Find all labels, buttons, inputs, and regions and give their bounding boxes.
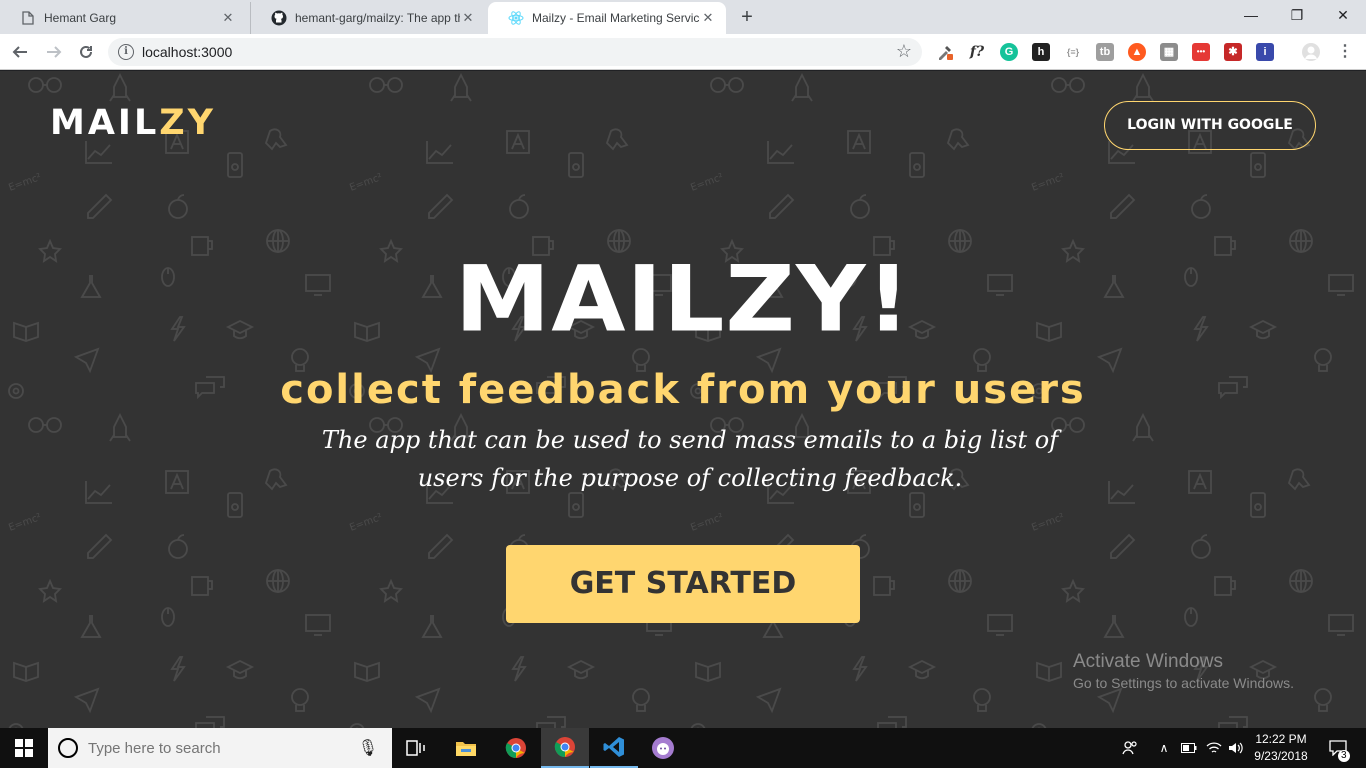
system-clock[interactable]: 12:22 PM 9/23/2018	[1246, 731, 1316, 765]
taskbar-search-input[interactable]	[88, 739, 358, 757]
window-close-button[interactable]: ✕	[1320, 0, 1366, 30]
show-hidden-icons-chevron-icon[interactable]: ∧	[1154, 728, 1174, 768]
chrome-active-taskbar-button[interactable]	[541, 728, 589, 768]
reload-icon	[80, 45, 92, 58]
mailzy-landing-page: E=mc²	[0, 71, 1366, 728]
new-tab-button[interactable]: +	[736, 6, 758, 28]
back-button[interactable]	[8, 40, 32, 64]
url-input[interactable]	[142, 44, 882, 60]
cortana-icon	[58, 738, 78, 758]
action-center-button[interactable]: 3	[1318, 728, 1358, 768]
chrome-icon	[505, 738, 526, 759]
extension-info-icon[interactable]: i	[1256, 43, 1274, 61]
wifi-icon[interactable]	[1204, 728, 1224, 768]
clock-date: 9/23/2018	[1254, 749, 1308, 763]
chrome-menu-icon[interactable]: ⋮	[1336, 43, 1354, 61]
extension-grid-icon[interactable]: ▦	[1160, 43, 1178, 61]
task-view-button[interactable]	[392, 728, 440, 768]
arrow-left-icon	[12, 46, 27, 58]
tab-close-icon[interactable]: ✕	[460, 10, 476, 26]
tab-close-icon[interactable]: ✕	[220, 10, 236, 26]
github-icon	[271, 10, 287, 26]
extension-tb-icon[interactable]: tb	[1096, 43, 1114, 61]
get-started-button[interactable]: GET STARTED	[506, 545, 860, 623]
info-icon[interactable]: i	[118, 44, 134, 60]
hero-title: MAILZY!	[454, 245, 912, 353]
microphone-icon[interactable]: 🎙	[358, 738, 378, 758]
notification-count-badge: 3	[1338, 750, 1350, 762]
minimize-button[interactable]: —	[1228, 0, 1274, 30]
chrome-taskbar-button[interactable]	[492, 728, 540, 768]
windows-taskbar: 🎙 ∧ 12:22 PM 9/23/2018 3	[0, 728, 1366, 768]
json-formatter-icon[interactable]: {≡}	[1064, 43, 1082, 61]
github-desktop-icon	[652, 737, 674, 759]
tab-hemant-garg[interactable]: Hemant Garg ✕	[0, 2, 246, 34]
browser-tab-strip: Hemant Garg ✕ hemant-garg/mailzy: The ap…	[0, 0, 1366, 34]
vscode-taskbar-button[interactable]	[590, 728, 638, 768]
people-icon[interactable]	[1118, 728, 1142, 768]
forward-button[interactable]	[42, 40, 66, 64]
volume-icon[interactable]	[1226, 728, 1246, 768]
watermark-subtitle: Go to Settings to activate Windows.	[1073, 675, 1294, 691]
activate-windows-watermark: Activate Windows Go to Settings to activ…	[1073, 651, 1294, 691]
tab-mailzy-active[interactable]: Mailzy - Email Marketing Service ✕	[488, 2, 726, 34]
tab-github-mailzy[interactable]: hemant-garg/mailzy: The app tha ✕	[250, 2, 486, 34]
reload-button[interactable]	[74, 40, 98, 64]
chrome-icon	[554, 737, 575, 758]
task-view-icon	[406, 740, 425, 756]
tab-close-icon[interactable]: ✕	[700, 10, 716, 26]
restore-button[interactable]: ❐	[1274, 0, 1320, 30]
file-explorer-button[interactable]	[442, 728, 490, 768]
grammarly-icon[interactable]: G	[1000, 43, 1018, 61]
extension-dots-icon[interactable]: •••	[1192, 43, 1210, 61]
bookmark-star-icon[interactable]: ☆	[896, 41, 912, 62]
logo-text-main: MAIL	[50, 103, 160, 143]
arrow-right-icon	[47, 46, 62, 58]
tab-title: Hemant Garg	[44, 11, 117, 25]
hero-subtitle: collect feedback from your users	[280, 367, 1086, 413]
document-icon	[20, 10, 36, 26]
browser-toolbar: i ☆ f? G h {≡} tb ▲ ▦ ••• ✱ i ⋮	[0, 34, 1366, 70]
eyedropper-extension-icon[interactable]	[936, 43, 954, 61]
github-desktop-taskbar-button[interactable]	[639, 728, 687, 768]
clock-time: 12:22 PM	[1255, 732, 1307, 746]
tab-title: Mailzy - Email Marketing Service	[532, 11, 700, 25]
extension-fire-icon[interactable]: ▲	[1128, 43, 1146, 61]
react-icon	[508, 10, 524, 26]
start-button[interactable]	[0, 728, 48, 768]
battery-icon[interactable]	[1178, 728, 1200, 768]
tab-title: hemant-garg/mailzy: The app tha	[295, 11, 460, 25]
login-with-google-button[interactable]: LOGIN WITH GOOGLE	[1104, 101, 1316, 150]
extension-h-icon[interactable]: h	[1032, 43, 1050, 61]
folder-icon	[456, 742, 476, 756]
watermark-title: Activate Windows	[1073, 651, 1223, 672]
address-bar[interactable]: i ☆	[108, 38, 922, 66]
windows-logo-icon	[15, 739, 33, 757]
mailzy-logo[interactable]: MAILZY	[50, 103, 216, 143]
hero-description: The app that can be used to send mass em…	[321, 426, 1059, 492]
extension-bug-icon[interactable]: ✱	[1224, 43, 1242, 61]
vscode-icon	[603, 737, 624, 757]
extension-fonts-icon[interactable]: f?	[968, 43, 986, 61]
taskbar-search[interactable]: 🎙	[48, 728, 392, 768]
logo-text-highlight: ZY	[159, 103, 216, 143]
profile-avatar-icon[interactable]	[1302, 43, 1320, 61]
